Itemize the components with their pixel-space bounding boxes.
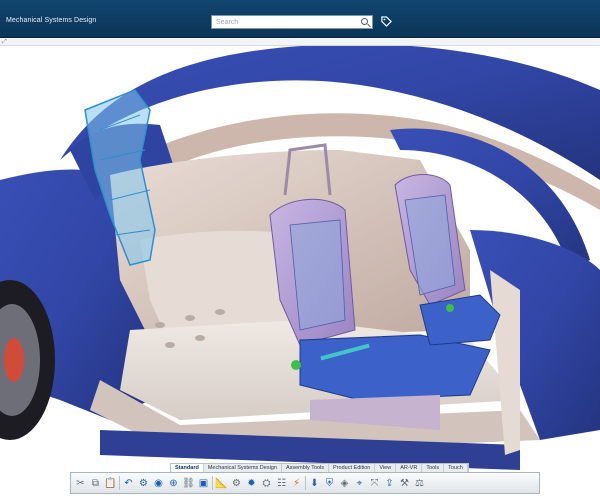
tag-icon[interactable] <box>381 16 392 27</box>
save-icon[interactable]: ⬇ <box>308 476 321 490</box>
undo-icon[interactable]: ↶ <box>122 476 135 490</box>
action-bar-tabs: Standard Mechanical Systems Design Assembl… <box>170 463 469 472</box>
explode-icon[interactable]: ✹ <box>245 476 258 490</box>
3d-viewport[interactable] <box>0 46 600 500</box>
toolbar-separator <box>119 476 120 490</box>
snap-icon[interactable]: ⌖ <box>353 476 366 490</box>
front-seat-mesh <box>289 219 346 331</box>
settings-icon[interactable]: ⚙ <box>137 476 150 490</box>
scale-icon[interactable]: ⚖ <box>413 476 426 490</box>
robot-icon[interactable]: ⚒ <box>398 476 411 490</box>
pivot-highlight-2 <box>446 304 454 312</box>
car-model-render <box>0 46 600 470</box>
app-title: Mechanical Systems Design <box>6 17 97 24</box>
paste-icon[interactable]: 📋 <box>104 476 117 490</box>
sub-toolbar: ⤢ <box>0 38 600 46</box>
search-placeholder: Search <box>216 19 239 26</box>
compass-icon[interactable]: ⤢ <box>2 39 7 46</box>
share-icon[interactable]: ⇪ <box>383 476 396 490</box>
part-icon[interactable]: ▣ <box>197 476 210 490</box>
tab-ar-vr[interactable]: AR-VR <box>396 464 423 472</box>
tab-view[interactable]: View <box>375 464 397 472</box>
assembly-icon[interactable]: ◉ <box>152 476 165 490</box>
link-icon[interactable]: ⛓ <box>182 476 195 490</box>
front-seat-pan <box>299 334 491 401</box>
tab-tools[interactable]: Tools <box>422 464 445 472</box>
search-input[interactable]: Search <box>211 15 373 29</box>
transform-icon[interactable]: ⤧ <box>368 476 381 490</box>
tree-icon[interactable]: ☷ <box>275 476 288 490</box>
shield-icon[interactable]: ⛨ <box>323 476 336 490</box>
title-bar: Mechanical Systems Design Search <box>0 0 600 38</box>
cut-icon[interactable]: ✂ <box>74 476 87 490</box>
tab-product-edition[interactable]: Product Edition <box>329 464 376 472</box>
constraint-icon[interactable]: ⊕ <box>167 476 180 490</box>
clash-icon[interactable]: ⚡ <box>290 476 303 490</box>
action-bar: ✂ ⧉ 📋 ↶ ⚙ ◉ ⊕ ⛓ ▣ 📐 ⚙ ✹ ⛭ ☷ ⚡ ⬇ ⛨ ◈ ⌖ ⤧ ⇪ ⚒ ⚖ <box>70 472 540 494</box>
tab-assembly-tools[interactable]: Assembly Tools <box>282 464 330 472</box>
tab-touch[interactable]: Touch <box>444 464 468 472</box>
gear-icon[interactable]: ⚙ <box>230 476 243 490</box>
search-icon[interactable] <box>361 18 368 25</box>
toolbar-separator <box>212 476 213 490</box>
measure-icon[interactable]: 📐 <box>215 476 228 490</box>
tab-standard[interactable]: Standard <box>171 464 204 472</box>
brake-caliper <box>4 338 24 382</box>
mechanism-icon[interactable]: ⛭ <box>260 476 273 490</box>
rear-seat-pan <box>419 294 501 346</box>
copy-icon[interactable]: ⧉ <box>89 476 102 490</box>
pivot-highlight-1 <box>291 360 301 370</box>
tab-mechanical-systems-design[interactable]: Mechanical Systems Design <box>204 464 282 472</box>
analysis-icon[interactable]: ◈ <box>338 476 351 490</box>
toolbar-separator <box>305 476 306 490</box>
